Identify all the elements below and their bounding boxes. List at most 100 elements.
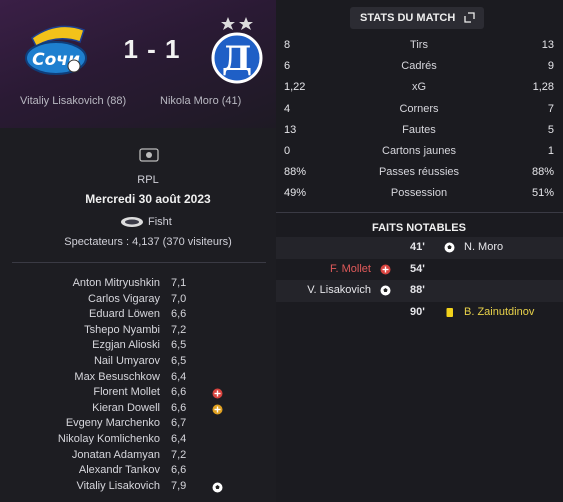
player-row[interactable]: Florent Mollet 6,6 (0, 386, 276, 402)
player-rating: 7,2 (171, 448, 187, 461)
stadium-icon (121, 217, 143, 227)
dynamo-logo[interactable]: Д (210, 14, 264, 86)
stat-home-value: 88% (284, 166, 307, 179)
player-row[interactable]: Tshepo Nyambi 7,2 (0, 324, 276, 340)
event-row[interactable]: 90' B. Zainutdinov (276, 302, 563, 324)
stat-home-value: 49% (284, 187, 307, 200)
goal-ball-icon (212, 482, 223, 493)
league-name[interactable]: RPL (0, 174, 296, 186)
player-name[interactable]: Nail Umyarov (94, 355, 160, 367)
faits-notables-title: FAITS NOTABLES (372, 222, 466, 234)
player-row[interactable]: Ezgjan Alioski 6,5 (0, 339, 276, 355)
stat-row: 8 Tirs 13 (284, 39, 554, 55)
player-rating: 6,6 (171, 308, 187, 321)
svg-text:Д: Д (222, 39, 252, 79)
player-rating: 6,4 (171, 433, 187, 445)
stats-du-match-button[interactable]: STATS DU MATCH (350, 7, 484, 29)
stat-away-value: 1,28 (532, 81, 554, 94)
goal-ball-icon (444, 242, 455, 253)
player-row[interactable]: Kieran Dowell 6,6 (0, 402, 276, 418)
sub-in-icon (212, 404, 223, 415)
stat-row: 0 Cartons jaunes 1 (284, 145, 554, 161)
stat-home-value: 8 (284, 39, 291, 51)
player-rating: 7,1 (171, 277, 187, 289)
stat-row: 88% Passes réussies 88% (284, 166, 554, 182)
attendance: Spectateurs : 4,137 (370 visiteurs) (64, 236, 232, 248)
stat-row: 13 Fautes 5 (284, 124, 554, 140)
stat-label: Fautes (402, 123, 436, 136)
player-row[interactable]: Evgeny Marchenko 6,7 (0, 417, 276, 433)
stat-label: Possession (390, 187, 448, 200)
player-rating: 7,0 (171, 292, 187, 305)
stat-row: 4 Corners 7 (284, 103, 554, 119)
stats-title: STATS DU MATCH (360, 12, 456, 24)
stat-row: 49% Possession 51% (284, 187, 554, 203)
event-row[interactable]: 54' F. Mollet (276, 259, 563, 281)
player-row[interactable]: Max Besuschkow 6,4 (0, 371, 276, 387)
league-icon (139, 148, 159, 162)
player-name[interactable]: Jonatan Adamyan (72, 449, 160, 461)
player-row[interactable]: Alexandr Tankov 6,6 (0, 464, 276, 480)
yellow-card-icon (444, 307, 455, 318)
player-name[interactable]: Kieran Dowell (92, 402, 160, 414)
stat-label: Passes réussies (378, 166, 460, 179)
event-player-left[interactable]: F. Mollet (330, 263, 371, 275)
player-rating: 6,6 (171, 401, 187, 414)
player-name[interactable]: Max Besuschkow (74, 371, 160, 383)
player-rating: 6,6 (171, 464, 187, 477)
player-name[interactable]: Carlos Vigaray (88, 293, 160, 305)
player-name[interactable]: Ezgjan Alioski (92, 339, 160, 351)
player-rating: 6,7 (171, 417, 187, 430)
event-row[interactable]: 41' N. Moro (276, 237, 563, 259)
player-name[interactable]: Tshepo Nyambi (84, 324, 160, 336)
player-name[interactable]: Vitaliy Lisakovich (76, 480, 160, 492)
goal-ball-icon (380, 285, 391, 296)
event-minute: 54' (410, 262, 425, 275)
match-score: 1 - 1 (123, 34, 181, 64)
player-row[interactable]: Eduard Löwen 6,6 (0, 308, 276, 324)
stat-away-value: 9 (547, 60, 554, 73)
stat-home-value: 1,22 (284, 81, 306, 94)
stat-row: 6 Cadrés 9 (284, 60, 554, 76)
stat-away-value: 5 (547, 123, 554, 136)
player-rating: 7,9 (171, 479, 187, 492)
sub-out-icon (380, 264, 391, 275)
event-minute: 41' (410, 241, 425, 253)
event-minute: 88' (410, 284, 425, 296)
stat-label: Cartons jaunes (382, 145, 456, 157)
player-row[interactable]: Nikolay Komlichenko 6,4 (0, 433, 276, 449)
stat-home-value: 4 (284, 102, 291, 115)
stat-away-value: 51% (531, 187, 554, 200)
player-rating: 6,5 (171, 355, 187, 367)
player-name[interactable]: Anton Mitryushkin (73, 277, 160, 289)
stat-label: Corners (399, 102, 439, 115)
player-name[interactable]: Florent Mollet (93, 386, 160, 398)
player-name[interactable]: Nikolay Komlichenko (58, 433, 160, 445)
event-player-right[interactable]: B. Zainutdinov (464, 306, 534, 318)
player-row[interactable]: Jonatan Adamyan 7,2 (0, 449, 276, 465)
player-row[interactable]: Carlos Vigaray 7,0 (0, 293, 276, 309)
player-rating: 7,2 (171, 323, 187, 336)
away-scorer: Nikola Moro (41) (160, 95, 242, 107)
sochi-logo[interactable]: Сочи (22, 16, 92, 82)
event-player-right[interactable]: N. Moro (464, 241, 503, 253)
stadium-name[interactable]: Fisht (148, 216, 172, 228)
stat-label: Cadrés (401, 60, 437, 73)
home-scorer: Vitaliy Lisakovich (88) (20, 95, 127, 107)
stat-away-value: 1 (547, 145, 554, 157)
external-link-icon (464, 12, 475, 23)
player-row[interactable]: Nail Umyarov 6,5 (0, 355, 276, 371)
divider (12, 262, 266, 263)
player-rating: 6,6 (171, 386, 187, 399)
player-rating: 6,4 (171, 370, 187, 383)
player-name[interactable]: Eduard Löwen (89, 308, 160, 320)
player-name[interactable]: Evgeny Marchenko (66, 417, 160, 429)
stat-home-value: 0 (284, 145, 291, 157)
player-row[interactable]: Vitaliy Lisakovich 7,9 (0, 480, 276, 496)
event-player-left[interactable]: V. Lisakovich (307, 284, 371, 296)
player-row[interactable]: Anton Mitryushkin 7,1 (0, 277, 276, 293)
player-name[interactable]: Alexandr Tankov (79, 464, 160, 476)
stat-label: xG (411, 81, 427, 94)
stat-away-value: 7 (547, 102, 554, 115)
event-row[interactable]: 88' V. Lisakovich (276, 280, 563, 302)
